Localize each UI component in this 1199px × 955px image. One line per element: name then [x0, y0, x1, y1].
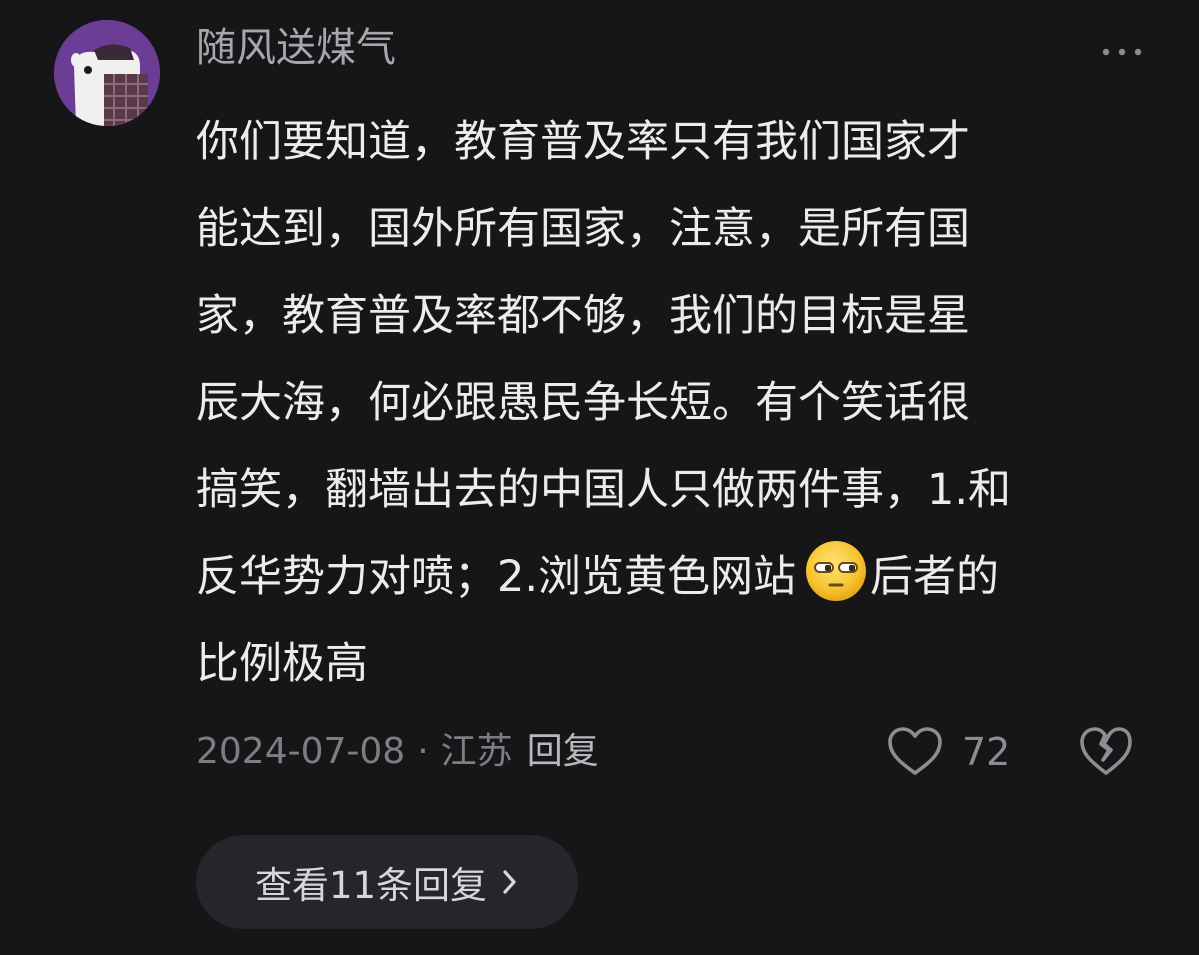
comment-line-segment: 后者的: [870, 552, 1000, 602]
comment-meta: 2024-07-08 · 江苏 回复: [196, 728, 599, 776]
username[interactable]: 随风送煤气: [196, 22, 396, 74]
like-button[interactable]: 72: [886, 726, 1010, 778]
comment-date: 2024-07-08: [196, 731, 406, 772]
comment-text: 你们要知道，教育普及率只有我们国家才 能达到，国外所有国家，注意，是所有国 家，…: [196, 99, 1156, 708]
comment-line-segment: 反华势力对喷；2.浏览黄色网站: [196, 552, 797, 602]
comment-line: 家，教育普及率都不够，我们的目标是星: [196, 291, 970, 341]
view-replies-label: 查看11条回复: [254, 864, 488, 907]
chevron-right-icon: [503, 870, 516, 894]
more-options-icon[interactable]: [1098, 38, 1146, 66]
comment-line: 搞笑，翻墙出去的中国人只做两件事，1.和: [196, 465, 1012, 515]
broken-heart-icon: [1078, 724, 1134, 780]
comment-line: 能达到，国外所有国家，注意，是所有国: [196, 204, 970, 254]
comment-line: 比例极高: [196, 639, 368, 689]
meta-separator: ·: [417, 731, 429, 772]
like-count: 72: [962, 730, 1011, 774]
view-replies-button[interactable]: 查看11条回复: [196, 835, 578, 929]
reply-button[interactable]: 回复: [527, 731, 599, 772]
comment-line: 你们要知道，教育普及率只有我们国家才: [196, 117, 970, 167]
smug-face-emoji-icon: [804, 539, 868, 603]
dislike-button[interactable]: [1078, 724, 1134, 780]
comment-line: 辰大海，何必跟愚民争长短。有个笑话很: [196, 378, 970, 428]
comment-line: 反华势力对喷；2.浏览黄色网站 后者的: [196, 534, 1156, 621]
comment-location: 江苏: [440, 731, 513, 772]
avatar[interactable]: [54, 20, 160, 126]
heart-icon: [886, 726, 944, 778]
